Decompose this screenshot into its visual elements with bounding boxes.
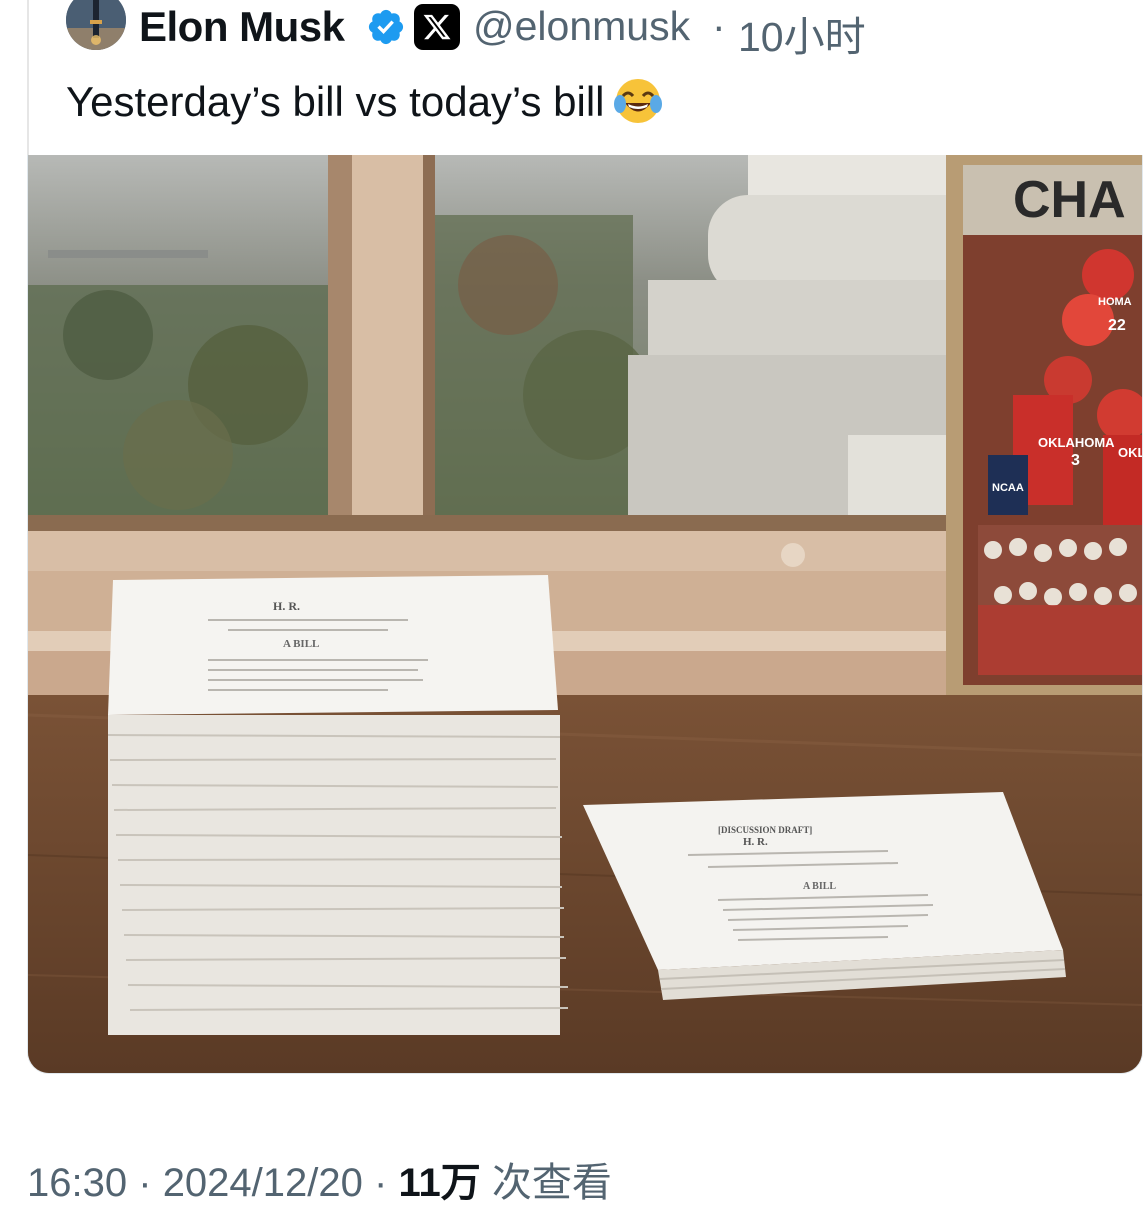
views-label: 次查看 (480, 1161, 612, 1205)
poster-line-2: OKL (1118, 445, 1143, 460)
meta-separator: · (138, 1161, 152, 1205)
tweet-meta: 16:30 · 2024/12/20 · 11万 次查看 (27, 1150, 612, 1208)
author-handle[interactable]: @elonmusk (473, 3, 690, 50)
big-stack-heading: H. R. (273, 599, 300, 613)
poster-number-b: 22 (1108, 317, 1126, 334)
tweet-text: Yesterday’s bill vs today’s bill (66, 74, 665, 129)
x-logo-icon (414, 4, 460, 50)
header-separator: · (712, 3, 726, 49)
author-display-name[interactable]: Elon Musk (139, 3, 345, 51)
poster-number-a: 3 (1071, 452, 1080, 469)
tweet-card[interactable]: Elon Musk @elonmusk · 10小时 Yesterday’s b… (0, 0, 1148, 1205)
verified-badge-icon (366, 7, 406, 47)
poster-badge: NCAA (992, 482, 1024, 494)
tweet-photo[interactable]: CHA OKLAHOMA OKL HOMA 22 3 NCAA H. R. A … (27, 155, 1143, 1074)
big-bill-stack: H. R. A BILL (107, 575, 569, 1035)
thread-divider (27, 0, 29, 155)
author-avatar[interactable] (66, 0, 126, 50)
avatar-photo (66, 0, 126, 50)
tweet-text-content: Yesterday’s bill vs today’s bill (66, 78, 605, 125)
championship-poster: CHA OKLAHOMA OKL HOMA 22 3 NCAA (946, 155, 1143, 695)
photo-bills-on-windowsill: CHA OKLAHOMA OKL HOMA 22 3 NCAA H. R. A … (28, 155, 1143, 1073)
relative-timestamp[interactable]: 10小时 (738, 3, 866, 63)
poster-line-3: HOMA (1098, 296, 1132, 308)
meta-separator: · (374, 1161, 388, 1205)
small-stack-heading: H. R. (743, 836, 768, 848)
poster-title: CHA (1013, 171, 1126, 229)
big-stack-subheading: A BILL (283, 638, 319, 650)
poster-line-1: OKLAHOMA (1038, 435, 1115, 450)
post-time[interactable]: 16:30 (27, 1161, 127, 1205)
small-stack-draft: [DISCUSSION DRAFT] (718, 825, 812, 835)
small-stack-subheading: A BILL (803, 881, 836, 892)
tears-of-joy-emoji-icon (611, 74, 665, 128)
views-count: 11万 (398, 1161, 481, 1205)
post-date[interactable]: 2024/12/20 (163, 1161, 363, 1205)
